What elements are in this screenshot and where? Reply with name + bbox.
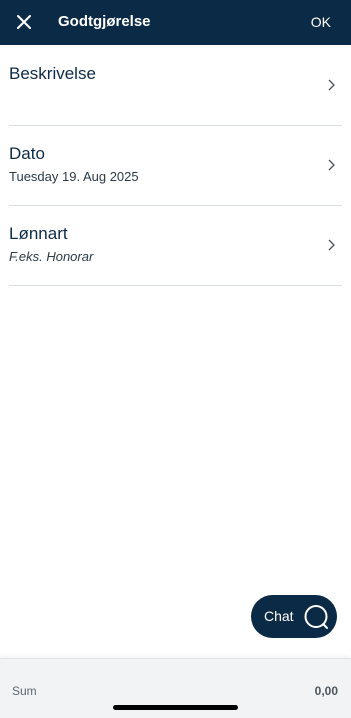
row-beskrivelse[interactable]: Beskrivelse xyxy=(9,45,342,126)
row-placeholder: F.eks. Honorar xyxy=(9,249,94,264)
chat-bubble-icon xyxy=(304,605,328,629)
sum-footer: Sum 0,00 xyxy=(0,658,351,718)
chat-label: Chat xyxy=(264,608,294,624)
row-dato[interactable]: Dato Tuesday 19. Aug 2025 xyxy=(9,125,342,206)
page-title: Godtgjørelse xyxy=(58,13,151,30)
app-header: Godtgjørelse OK xyxy=(0,0,351,45)
row-label: Lønnart xyxy=(9,224,68,243)
close-icon xyxy=(17,15,31,29)
row-label: Dato xyxy=(9,144,45,163)
row-lonnart[interactable]: Lønnart F.eks. Honorar xyxy=(9,205,342,286)
ok-button[interactable]: OK xyxy=(311,14,331,30)
chevron-right-icon xyxy=(328,239,335,251)
row-label: Beskrivelse xyxy=(9,64,96,83)
home-indicator[interactable] xyxy=(113,705,238,710)
chat-button[interactable]: Chat xyxy=(251,595,337,638)
chevron-right-icon xyxy=(328,159,335,171)
sum-label: Sum xyxy=(12,684,37,698)
chevron-right-icon xyxy=(328,79,335,91)
close-button[interactable] xyxy=(12,10,36,34)
sum-value: 0,00 xyxy=(314,684,338,698)
row-value: Tuesday 19. Aug 2025 xyxy=(9,169,139,184)
